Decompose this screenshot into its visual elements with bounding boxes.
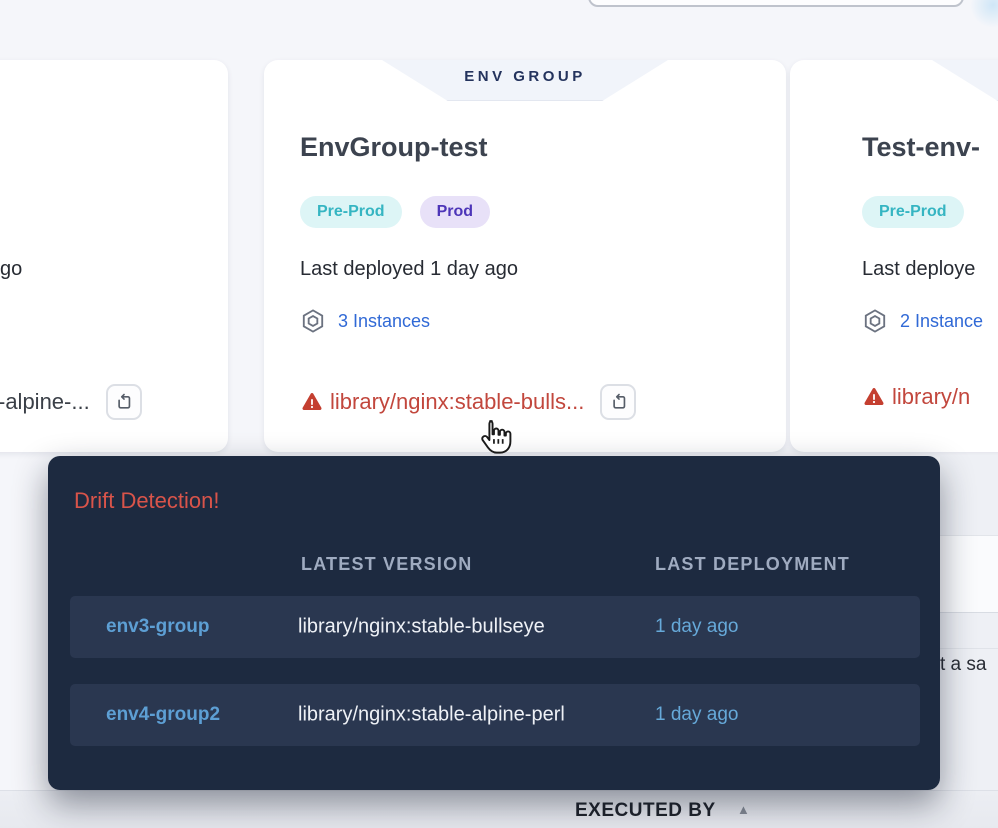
- env-card-test-env[interactable]: Test-env- Pre-Prod Last deploye 2 Instan…: [790, 60, 998, 452]
- latest-version-value: library/nginx:stable-alpine-perl: [298, 704, 565, 727]
- column-header-last-deployment: LAST DEPLOYMENT: [655, 554, 850, 575]
- copy-image-button[interactable]: [106, 384, 142, 420]
- drift-image-link[interactable]: library/nginx:stable-bulls...: [330, 389, 584, 415]
- env-card-left[interactable]: go -alpine-...: [0, 60, 228, 452]
- tooltip-title: Drift Detection!: [74, 488, 220, 514]
- image-name-fragment: -alpine-...: [0, 389, 90, 415]
- warning-icon: [862, 385, 886, 409]
- screen: go -alpine-... ENV GROUP EnvGroup-test P…: [0, 0, 998, 828]
- latest-version-value: library/nginx:stable-bullseye: [298, 616, 545, 639]
- preprod-badge: Pre-Prod: [862, 196, 964, 228]
- preprod-badge: Pre-Prod: [300, 196, 402, 228]
- instances-count-label: 2 Instance: [900, 311, 983, 332]
- table-header-bar: EXECUTED BY ▲: [0, 790, 998, 828]
- instances-hexagon-icon: [862, 308, 888, 334]
- env-badges: Pre-Prod Prod: [300, 196, 490, 228]
- card-type-label: ENV GROUP: [464, 68, 586, 85]
- copy-icon: [608, 392, 629, 413]
- drift-table-row: env3-group library/nginx:stable-bullseye…: [70, 596, 920, 658]
- last-deployed-fragment: go: [0, 258, 22, 281]
- instances-link[interactable]: 3 Instances: [300, 308, 430, 334]
- instances-link[interactable]: 2 Instance: [862, 308, 983, 334]
- drift-image-link[interactable]: library/n: [892, 384, 970, 410]
- last-deployment-value: 1 day ago: [655, 616, 738, 638]
- sort-ascending-icon[interactable]: ▲: [737, 802, 750, 817]
- copy-icon: [113, 392, 134, 413]
- divider: [940, 648, 998, 649]
- drift-warning-row: library/n: [862, 384, 970, 410]
- env-card-envgroup-test[interactable]: ENV GROUP EnvGroup-test Pre-Prod Prod La…: [264, 60, 786, 452]
- image-row: -alpine-...: [0, 384, 142, 420]
- env-group-link[interactable]: env3-group: [106, 616, 209, 638]
- card-title: Test-env-: [862, 132, 980, 163]
- env-badges: Pre-Prod: [862, 196, 964, 228]
- last-deployed-text: Last deploye: [862, 258, 975, 281]
- instances-count-label: 3 Instances: [338, 311, 430, 332]
- background-text-fragment: t a sa: [940, 654, 986, 676]
- drift-table-row: env4-group2 library/nginx:stable-alpine-…: [70, 684, 920, 746]
- env-group-link[interactable]: env4-group2: [106, 704, 220, 726]
- background-table-row: t a sa: [940, 535, 998, 613]
- column-header-latest-version: LATEST VERSION: [301, 554, 472, 575]
- prod-badge: Prod: [420, 196, 490, 228]
- copy-image-button[interactable]: [600, 384, 636, 420]
- card-title: EnvGroup-test: [300, 132, 488, 163]
- last-deployment-value: 1 day ago: [655, 704, 738, 726]
- executed-by-column-header[interactable]: EXECUTED BY: [575, 800, 716, 822]
- background-table-fragment: t a sa: [940, 455, 998, 790]
- drift-detection-tooltip: Drift Detection! LATEST VERSION LAST DEP…: [48, 456, 940, 790]
- warning-icon: [300, 390, 324, 414]
- last-deployed-text: Last deployed 1 day ago: [300, 258, 518, 281]
- corner-tint: [970, 0, 998, 28]
- topbar-cutoff-element: [588, 0, 964, 7]
- drift-warning-row: library/nginx:stable-bulls...: [300, 384, 636, 420]
- card-type-badge: ENV GROUP: [382, 60, 668, 101]
- card-type-badge: [932, 60, 998, 101]
- instances-hexagon-icon: [300, 308, 326, 334]
